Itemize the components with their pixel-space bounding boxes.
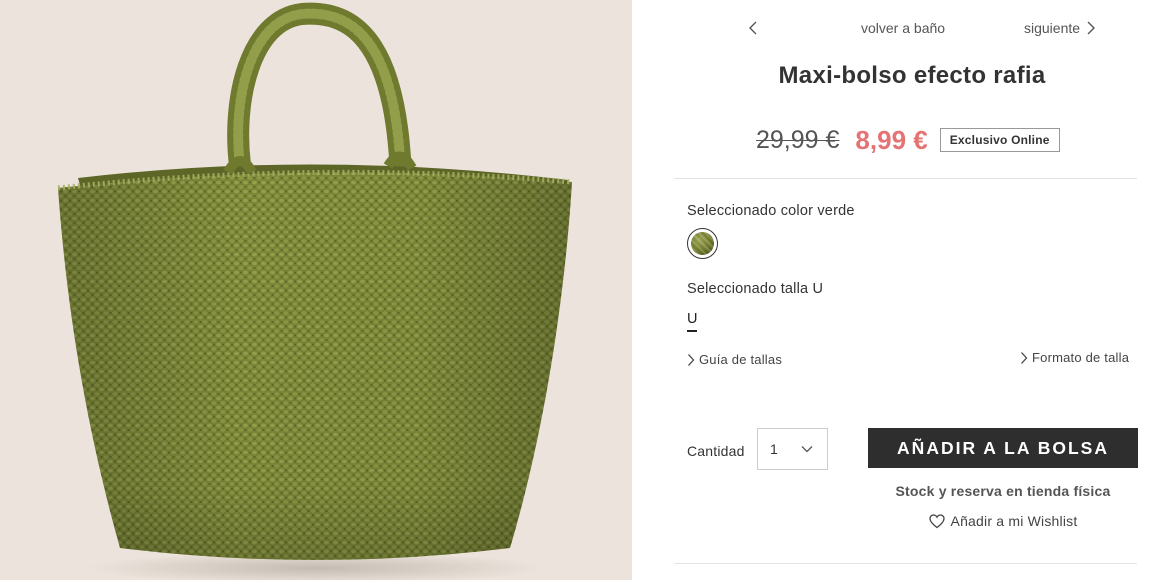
next-product-label: siguiente bbox=[1024, 20, 1081, 36]
size-format-link[interactable]: Formato de talla bbox=[1020, 350, 1129, 365]
price-row: 29,99 € 8,99 € Exclusivo Online bbox=[756, 124, 1060, 156]
quantity-value: 1 bbox=[770, 441, 778, 457]
selected-color-label: Seleccionado color verde bbox=[687, 203, 855, 219]
chevron-right-icon bbox=[1021, 351, 1028, 364]
raffia-swatch-icon bbox=[691, 232, 714, 255]
quantity-label: Cantidad bbox=[687, 443, 745, 459]
sale-price: 8,99 € bbox=[855, 124, 928, 155]
chevron-left-icon bbox=[749, 21, 757, 35]
size-option-u[interactable]: U bbox=[687, 311, 698, 332]
product-navigation: volver a baño siguiente bbox=[632, 18, 1157, 40]
original-price: 29,99 € bbox=[756, 125, 840, 154]
size-format-label: Formato de talla bbox=[1032, 350, 1130, 365]
chevron-right-icon bbox=[688, 353, 695, 366]
heart-icon bbox=[928, 513, 945, 528]
divider bbox=[674, 178, 1137, 179]
previous-product-button[interactable] bbox=[748, 20, 764, 38]
add-to-wishlist-link[interactable]: Añadir a mi Wishlist bbox=[868, 513, 1138, 529]
divider bbox=[674, 563, 1137, 564]
size-guide-label: Guía de tallas bbox=[699, 352, 783, 367]
next-product-link[interactable]: siguiente bbox=[1024, 20, 1096, 36]
bag-illustration bbox=[57, 2, 573, 580]
size-guide-link[interactable]: Guía de tallas bbox=[687, 352, 782, 367]
online-exclusive-badge: Exclusivo Online bbox=[939, 128, 1060, 152]
wishlist-label: Añadir a mi Wishlist bbox=[950, 513, 1078, 529]
add-to-bag-button[interactable]: AÑADIR A LA BOLSA bbox=[868, 428, 1138, 468]
color-swatch-green[interactable] bbox=[687, 228, 718, 259]
product-title: Maxi-bolso efecto rafia bbox=[778, 62, 1046, 89]
quantity-select[interactable]: 1 bbox=[757, 428, 828, 470]
product-image[interactable] bbox=[0, 0, 632, 580]
store-stock-link[interactable]: Stock y reserva en tienda física bbox=[868, 483, 1138, 499]
chevron-down-icon bbox=[801, 446, 813, 453]
product-info-panel: volver a baño siguiente Maxi-bolso efect… bbox=[632, 0, 1157, 580]
back-to-category-link[interactable]: volver a baño bbox=[861, 20, 945, 36]
chevron-right-icon bbox=[1087, 21, 1096, 35]
selected-size-label: Seleccionado talla U bbox=[687, 281, 824, 297]
